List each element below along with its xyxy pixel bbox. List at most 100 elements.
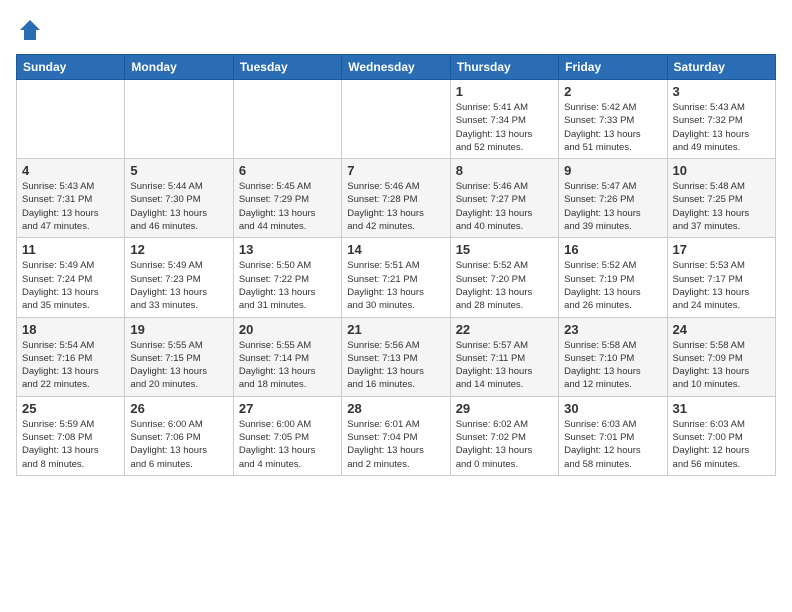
day-number: 21 — [347, 322, 444, 337]
day-info: Sunrise: 5:51 AM Sunset: 7:21 PM Dayligh… — [347, 259, 444, 312]
day-number: 14 — [347, 242, 444, 257]
day-number: 19 — [130, 322, 227, 337]
day-info: Sunrise: 5:52 AM Sunset: 7:20 PM Dayligh… — [456, 259, 553, 312]
day-number: 17 — [673, 242, 770, 257]
day-info: Sunrise: 5:54 AM Sunset: 7:16 PM Dayligh… — [22, 339, 119, 392]
day-number: 18 — [22, 322, 119, 337]
calendar-cell — [17, 80, 125, 159]
calendar-week-1: 1 Sunrise: 5:41 AM Sunset: 7:34 PM Daylig… — [17, 80, 776, 159]
calendar-table: SundayMondayTuesdayWednesdayThursdayFrid… — [16, 54, 776, 476]
day-number: 20 — [239, 322, 336, 337]
calendar-cell: 18 Sunrise: 5:54 AM Sunset: 7:16 PM Dayli… — [17, 317, 125, 396]
day-number: 23 — [564, 322, 661, 337]
calendar-cell: 30 Sunrise: 6:03 AM Sunset: 7:01 PM Dayli… — [559, 396, 667, 475]
day-info: Sunrise: 5:42 AM Sunset: 7:33 PM Dayligh… — [564, 101, 661, 154]
calendar-cell: 24Sunrise: 5:58 AM Sunset: 7:09 PM Dayli… — [667, 317, 775, 396]
calendar-cell: 21 Sunrise: 5:56 AM Sunset: 7:13 PM Dayli… — [342, 317, 450, 396]
calendar-cell: 1 Sunrise: 5:41 AM Sunset: 7:34 PM Daylig… — [450, 80, 558, 159]
calendar-cell — [342, 80, 450, 159]
day-number: 1 — [456, 84, 553, 99]
calendar-cell: 27Sunrise: 6:00 AM Sunset: 7:05 PM Dayli… — [233, 396, 341, 475]
day-info: Sunrise: 5:41 AM Sunset: 7:34 PM Dayligh… — [456, 101, 553, 154]
calendar-cell: 31Sunrise: 6:03 AM Sunset: 7:00 PM Dayli… — [667, 396, 775, 475]
day-number: 8 — [456, 163, 553, 178]
day-info: Sunrise: 5:56 AM Sunset: 7:13 PM Dayligh… — [347, 339, 444, 392]
calendar-cell: 4 Sunrise: 5:43 AM Sunset: 7:31 PM Daylig… — [17, 159, 125, 238]
day-number: 2 — [564, 84, 661, 99]
calendar-cell: 7 Sunrise: 5:46 AM Sunset: 7:28 PM Daylig… — [342, 159, 450, 238]
day-number: 30 — [564, 401, 661, 416]
day-info: Sunrise: 5:57 AM Sunset: 7:11 PM Dayligh… — [456, 339, 553, 392]
day-info: Sunrise: 5:50 AM Sunset: 7:22 PM Dayligh… — [239, 259, 336, 312]
weekday-header-saturday: Saturday — [667, 55, 775, 80]
weekday-header-wednesday: Wednesday — [342, 55, 450, 80]
calendar-cell: 20 Sunrise: 5:55 AM Sunset: 7:14 PM Dayli… — [233, 317, 341, 396]
weekday-header-friday: Friday — [559, 55, 667, 80]
calendar-week-3: 11Sunrise: 5:49 AM Sunset: 7:24 PM Dayli… — [17, 238, 776, 317]
day-info: Sunrise: 5:55 AM Sunset: 7:15 PM Dayligh… — [130, 339, 227, 392]
page-header — [16, 16, 776, 44]
day-number: 25 — [22, 401, 119, 416]
day-number: 9 — [564, 163, 661, 178]
calendar-cell — [125, 80, 233, 159]
calendar-cell: 14 Sunrise: 5:51 AM Sunset: 7:21 PM Dayli… — [342, 238, 450, 317]
day-info: Sunrise: 5:48 AM Sunset: 7:25 PM Dayligh… — [673, 180, 770, 233]
calendar-cell: 8 Sunrise: 5:46 AM Sunset: 7:27 PM Daylig… — [450, 159, 558, 238]
day-info: Sunrise: 5:49 AM Sunset: 7:24 PM Dayligh… — [22, 259, 119, 312]
weekday-header-monday: Monday — [125, 55, 233, 80]
calendar-cell: 10Sunrise: 5:48 AM Sunset: 7:25 PM Dayli… — [667, 159, 775, 238]
day-info: Sunrise: 5:59 AM Sunset: 7:08 PM Dayligh… — [22, 418, 119, 471]
day-number: 24 — [673, 322, 770, 337]
day-info: Sunrise: 5:52 AM Sunset: 7:19 PM Dayligh… — [564, 259, 661, 312]
calendar-cell: 12 Sunrise: 5:49 AM Sunset: 7:23 PM Dayli… — [125, 238, 233, 317]
day-info: Sunrise: 6:00 AM Sunset: 7:06 PM Dayligh… — [130, 418, 227, 471]
day-number: 15 — [456, 242, 553, 257]
day-info: Sunrise: 6:03 AM Sunset: 7:00 PM Dayligh… — [673, 418, 770, 471]
calendar-cell: 11Sunrise: 5:49 AM Sunset: 7:24 PM Dayli… — [17, 238, 125, 317]
calendar-cell: 6Sunrise: 5:45 AM Sunset: 7:29 PM Daylig… — [233, 159, 341, 238]
day-info: Sunrise: 5:53 AM Sunset: 7:17 PM Dayligh… — [673, 259, 770, 312]
day-number: 29 — [456, 401, 553, 416]
day-number: 28 — [347, 401, 444, 416]
calendar-cell: 2 Sunrise: 5:42 AM Sunset: 7:33 PM Daylig… — [559, 80, 667, 159]
day-number: 13 — [239, 242, 336, 257]
calendar-cell: 22 Sunrise: 5:57 AM Sunset: 7:11 PM Dayli… — [450, 317, 558, 396]
weekday-header-row: SundayMondayTuesdayWednesdayThursdayFrid… — [17, 55, 776, 80]
day-info: Sunrise: 5:49 AM Sunset: 7:23 PM Dayligh… — [130, 259, 227, 312]
day-info: Sunrise: 6:00 AM Sunset: 7:05 PM Dayligh… — [239, 418, 336, 471]
day-info: Sunrise: 5:46 AM Sunset: 7:28 PM Dayligh… — [347, 180, 444, 233]
day-number: 26 — [130, 401, 227, 416]
calendar-cell: 3 Sunrise: 5:43 AM Sunset: 7:32 PM Daylig… — [667, 80, 775, 159]
day-number: 22 — [456, 322, 553, 337]
weekday-header-sunday: Sunday — [17, 55, 125, 80]
day-number: 5 — [130, 163, 227, 178]
day-info: Sunrise: 5:43 AM Sunset: 7:31 PM Dayligh… — [22, 180, 119, 233]
calendar-header: SundayMondayTuesdayWednesdayThursdayFrid… — [17, 55, 776, 80]
calendar-week-5: 25 Sunrise: 5:59 AM Sunset: 7:08 PM Dayli… — [17, 396, 776, 475]
day-info: Sunrise: 5:44 AM Sunset: 7:30 PM Dayligh… — [130, 180, 227, 233]
calendar-week-2: 4 Sunrise: 5:43 AM Sunset: 7:31 PM Daylig… — [17, 159, 776, 238]
day-number: 7 — [347, 163, 444, 178]
calendar-cell: 5 Sunrise: 5:44 AM Sunset: 7:30 PM Daylig… — [125, 159, 233, 238]
day-number: 4 — [22, 163, 119, 178]
logo — [16, 16, 48, 44]
calendar-cell: 25 Sunrise: 5:59 AM Sunset: 7:08 PM Dayli… — [17, 396, 125, 475]
day-info: Sunrise: 5:46 AM Sunset: 7:27 PM Dayligh… — [456, 180, 553, 233]
day-info: Sunrise: 5:55 AM Sunset: 7:14 PM Dayligh… — [239, 339, 336, 392]
calendar-cell: 26 Sunrise: 6:00 AM Sunset: 7:06 PM Dayli… — [125, 396, 233, 475]
day-info: Sunrise: 5:43 AM Sunset: 7:32 PM Dayligh… — [673, 101, 770, 154]
calendar-cell: 17 Sunrise: 5:53 AM Sunset: 7:17 PM Dayli… — [667, 238, 775, 317]
calendar-cell: 19 Sunrise: 5:55 AM Sunset: 7:15 PM Dayli… — [125, 317, 233, 396]
day-number: 12 — [130, 242, 227, 257]
day-info: Sunrise: 6:03 AM Sunset: 7:01 PM Dayligh… — [564, 418, 661, 471]
calendar-cell: 16Sunrise: 5:52 AM Sunset: 7:19 PM Dayli… — [559, 238, 667, 317]
day-info: Sunrise: 5:45 AM Sunset: 7:29 PM Dayligh… — [239, 180, 336, 233]
logo-icon — [16, 16, 44, 44]
day-info: Sunrise: 6:01 AM Sunset: 7:04 PM Dayligh… — [347, 418, 444, 471]
weekday-header-thursday: Thursday — [450, 55, 558, 80]
day-info: Sunrise: 5:58 AM Sunset: 7:10 PM Dayligh… — [564, 339, 661, 392]
day-number: 3 — [673, 84, 770, 99]
calendar-week-4: 18 Sunrise: 5:54 AM Sunset: 7:16 PM Dayli… — [17, 317, 776, 396]
weekday-header-tuesday: Tuesday — [233, 55, 341, 80]
day-info: Sunrise: 5:47 AM Sunset: 7:26 PM Dayligh… — [564, 180, 661, 233]
